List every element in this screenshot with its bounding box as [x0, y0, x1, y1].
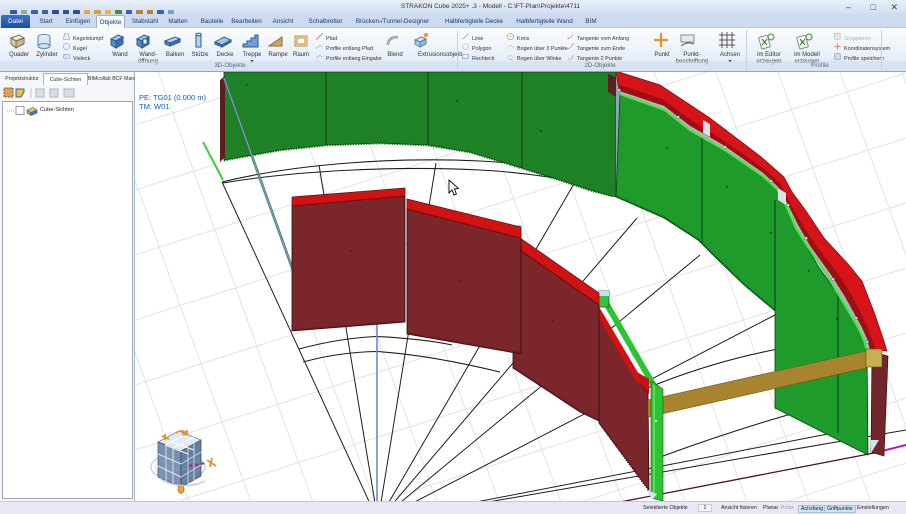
svg-text:TM: W01: TM: W01	[139, 102, 169, 111]
svg-text:PE: TG01 (0.000 m): PE: TG01 (0.000 m)	[139, 93, 206, 102]
